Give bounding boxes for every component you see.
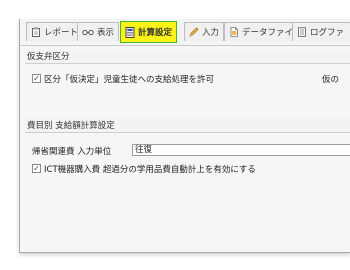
tab-input-label: 入力 — [202, 28, 220, 38]
tab-bar: レポート 表示 計算設定 入力 データファイル ログファ — [20, 19, 350, 46]
pencil-icon — [189, 27, 199, 37]
provisional-option-row[interactable]: ✓ 区分「仮決定」児童生徒への支給処理を許可 — [32, 72, 214, 85]
provisional-checkbox[interactable]: ✓ — [32, 74, 41, 83]
travel-unit-input[interactable]: 往復 — [132, 144, 350, 156]
tab-calc-settings[interactable]: 計算設定 — [120, 21, 178, 43]
travel-unit-row: 帰省関連費 入力単位 — [32, 144, 111, 157]
tab-report[interactable]: レポート — [26, 22, 84, 41]
clipboard-icon — [31, 27, 41, 37]
section-provisional-header: 仮支弁区分 — [25, 50, 350, 64]
tab-display[interactable]: 表示 — [77, 22, 120, 41]
settings-window: レポート 表示 計算設定 入力 データファイル ログファ 仮支弁区分 ✓ 区分「… — [19, 19, 350, 253]
section-provisional-title: 仮支弁区分 — [27, 52, 70, 62]
calculator-icon — [125, 27, 135, 38]
ict-option-label: ICT機器購入費 超過分の学用品費自動計上を有効にする — [44, 164, 256, 175]
tab-calc-settings-label: 計算設定 — [138, 28, 173, 38]
section-expense-header: 費目別 支給額計算設定 — [25, 119, 350, 133]
log-icon — [297, 27, 307, 37]
tab-log-file-label: ログファ — [310, 28, 345, 38]
travel-unit-label: 帰省関連費 入力単位 — [32, 146, 112, 157]
tab-report-label: レポート — [44, 28, 79, 38]
ict-option-row[interactable]: ✓ ICT機器購入費 超過分の学用品費自動計上を有効にする — [32, 162, 256, 175]
document-icon — [229, 27, 239, 37]
travel-unit-value: 往復 — [135, 145, 153, 155]
provisional-option-label: 区分「仮決定」児童生徒への支給処理を許可 — [44, 74, 215, 85]
ict-checkbox[interactable]: ✓ — [32, 164, 41, 173]
tab-log-file[interactable]: ログファ — [292, 22, 350, 41]
provisional-right-row: 仮の — [322, 72, 339, 85]
tab-input[interactable]: 入力 — [184, 22, 225, 41]
glasses-icon — [82, 27, 94, 37]
provisional-right-label: 仮の — [322, 74, 340, 85]
settings-panel: 仮支弁区分 ✓ 区分「仮決定」児童生徒への支給処理を許可 仮の 費目別 支給額計… — [20, 46, 350, 252]
section-expense-title: 費目別 支給額計算設定 — [27, 121, 115, 131]
tab-display-label: 表示 — [97, 28, 115, 38]
